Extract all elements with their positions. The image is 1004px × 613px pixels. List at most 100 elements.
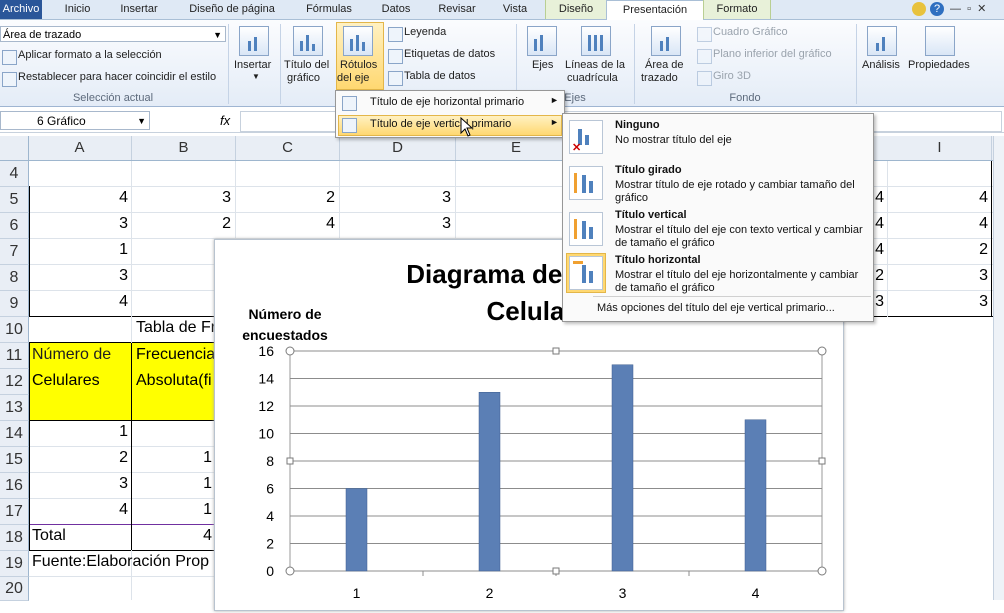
option-none-desc[interactable]: No mostrar título del eje (615, 134, 732, 146)
cell-C6[interactable]: 4 (237, 215, 335, 233)
cell-A17[interactable]: 4 (30, 501, 128, 519)
row-header[interactable]: 18 (0, 525, 29, 551)
row-header[interactable]: 4 (0, 161, 29, 187)
option-rotated-desc[interactable]: Mostrar título de eje rotado y cambiar t… (615, 179, 865, 205)
cell-A15[interactable]: 2 (30, 449, 128, 467)
cell-A7[interactable]: 1 (30, 241, 128, 259)
header-number-line1[interactable]: Número de (32, 346, 130, 364)
column-header-B[interactable]: B (132, 136, 236, 160)
cell-A5[interactable]: 4 (30, 189, 128, 207)
y-axis-title-line1[interactable]: Número de (248, 306, 321, 322)
header-number-line2[interactable]: Celulares (32, 372, 130, 390)
row-header[interactable]: 7 (0, 239, 29, 265)
cell-B16[interactable]: 1 (190, 475, 212, 493)
analysis-button[interactable]: Análisis (862, 59, 900, 71)
select-all-corner[interactable] (0, 136, 29, 160)
header-frequency-line1[interactable]: Frecuencia (136, 346, 214, 364)
chart-elements-combo[interactable]: Área de trazado ▼ (0, 26, 226, 42)
tab-insertar[interactable]: Insertar (110, 0, 168, 19)
plot-area-button-line1[interactable]: Área de (645, 59, 684, 71)
row-header[interactable]: 8 (0, 265, 29, 291)
menu-item-vertical-axis-title[interactable]: Título de eje vertical primario (370, 118, 511, 130)
menu-item-horizontal-axis-title[interactable]: Título de eje horizontal primario (370, 96, 524, 108)
source-note[interactable]: Fuente:Elaboración Prop (32, 553, 214, 571)
total-value[interactable]: 4 (190, 527, 212, 545)
cell-I5[interactable]: 4 (950, 189, 988, 207)
chart-wall-button[interactable]: Cuadro Gráfico (713, 26, 788, 38)
tab-diseno-pagina[interactable]: Diseño de página (176, 0, 288, 19)
chart-title-button-line1[interactable]: Título del (284, 59, 329, 71)
option-horizontal-desc[interactable]: Mostrar el título del eje horizontalment… (615, 269, 865, 295)
cell-I9[interactable]: 3 (950, 293, 988, 311)
option-rotated-title[interactable]: Título girado (615, 164, 682, 176)
gridlines-button-line2[interactable]: cuadrícula (567, 72, 618, 84)
tab-revisar[interactable]: Revisar (428, 0, 486, 19)
total-label[interactable]: Total (32, 527, 130, 545)
apply-format-button[interactable]: Aplicar formato a la selección (18, 49, 162, 61)
cell-A8[interactable]: 3 (30, 267, 128, 285)
chart-title-button-line2[interactable]: gráfico (287, 72, 320, 84)
option-vertical-desc[interactable]: Mostrar el título del eje con texto vert… (615, 224, 865, 250)
fx-icon[interactable]: fx (220, 113, 230, 128)
insert-button[interactable]: Insertar (234, 59, 271, 71)
row-header[interactable]: 9 (0, 291, 29, 317)
tab-presentacion[interactable]: Presentación (606, 0, 704, 21)
cell-I6[interactable]: 4 (950, 215, 988, 233)
cell-C5[interactable]: 2 (237, 189, 335, 207)
reset-style-button[interactable]: Restablecer para hacer coincidir el esti… (18, 71, 216, 83)
cell-D6[interactable]: 3 (341, 215, 451, 233)
row-header[interactable]: 20 (0, 577, 29, 601)
column-header-I[interactable]: I (888, 136, 992, 160)
tab-diseno[interactable]: Diseño (545, 0, 607, 19)
y-axis-title-line2[interactable]: encuestados (242, 327, 328, 343)
column-header-D[interactable]: D (340, 136, 456, 160)
legend-button[interactable]: Leyenda (404, 26, 446, 38)
column-header-E[interactable]: E (456, 136, 577, 160)
row-header[interactable]: 19 (0, 551, 29, 577)
option-none-title[interactable]: Ninguno (615, 119, 660, 131)
cell-B5[interactable]: 3 (133, 189, 231, 207)
row-header[interactable]: 14 (0, 421, 29, 447)
gridlines-button-line1[interactable]: Líneas de la (565, 59, 625, 71)
cell-A14[interactable]: 1 (30, 423, 128, 441)
tab-inicio[interactable]: Inicio (50, 0, 105, 19)
cell-B6[interactable]: 2 (133, 215, 231, 233)
tab-formato[interactable]: Formato (703, 0, 771, 19)
row-header[interactable]: 16 (0, 473, 29, 499)
plot-area[interactable]: 02468101214161 2 3 4 (258, 343, 827, 601)
cell-I7[interactable]: 2 (950, 241, 988, 259)
help-icon[interactable]: ? (930, 2, 944, 16)
data-table-button[interactable]: Tabla de datos (404, 70, 476, 82)
name-box[interactable]: 6 Gráfico ▼ (0, 111, 150, 130)
row-header[interactable]: 12 (0, 369, 29, 395)
cell-A16[interactable]: 3 (30, 475, 128, 493)
axes-button[interactable]: Ejes (532, 59, 553, 71)
vertical-scrollbar[interactable] (993, 136, 1004, 600)
data-labels-button[interactable]: Etiquetas de datos (404, 48, 495, 60)
option-horizontal-title[interactable]: Título horizontal (615, 254, 701, 266)
row-header[interactable]: 13 (0, 395, 29, 421)
cell-A6[interactable]: 3 (30, 215, 128, 233)
cell-I8[interactable]: 3 (950, 267, 988, 285)
tab-datos[interactable]: Datos (370, 0, 422, 19)
column-header-C[interactable]: C (236, 136, 340, 160)
row-header[interactable]: 5 (0, 187, 29, 213)
row-header[interactable]: 17 (0, 499, 29, 525)
row-header[interactable]: 10 (0, 317, 29, 343)
tab-archivo[interactable]: Archivo (0, 0, 42, 19)
table-title[interactable]: Tabla de Fr (136, 319, 216, 337)
properties-button[interactable]: Propiedades (908, 59, 970, 71)
cell-D5[interactable]: 3 (341, 189, 451, 207)
row-header[interactable]: 6 (0, 213, 29, 239)
row-header[interactable]: 11 (0, 343, 29, 369)
tab-vista[interactable]: Vista (494, 0, 536, 19)
cell-A9[interactable]: 4 (30, 293, 128, 311)
plot-area-button-line2[interactable]: trazado (641, 72, 678, 84)
header-frequency-line2[interactable]: Absoluta(fi (136, 372, 214, 390)
tab-formulas[interactable]: Fórmulas (296, 0, 362, 19)
rotation-3d-button[interactable]: Giro 3D (713, 70, 751, 82)
chart-floor-button[interactable]: Plano inferior del gráfico (713, 48, 832, 60)
option-vertical-title[interactable]: Título vertical (615, 209, 687, 221)
row-header[interactable]: 15 (0, 447, 29, 473)
column-header-A[interactable]: A (28, 136, 132, 160)
